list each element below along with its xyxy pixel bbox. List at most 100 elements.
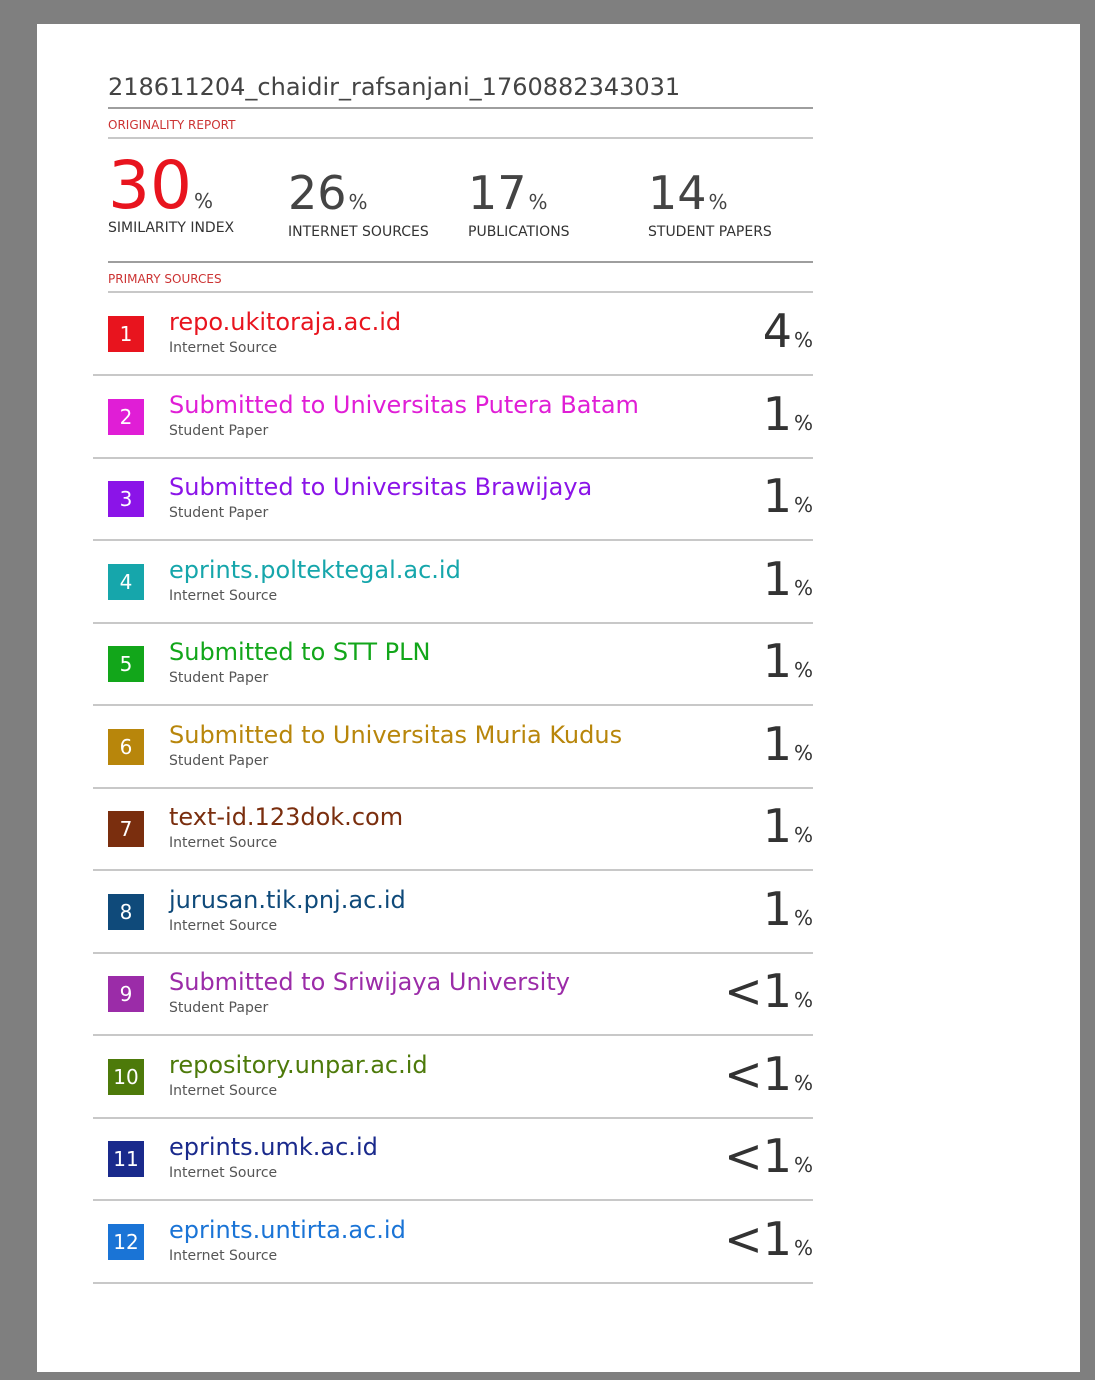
- source-type: Internet Source: [169, 1247, 278, 1264]
- source-percentage: 1%: [763, 638, 813, 684]
- source-type: Student Paper: [169, 422, 269, 439]
- source-percentage-unit: %: [793, 988, 813, 1012]
- source-rank-badge: 8: [108, 893, 144, 930]
- source-rank-badge: 10: [108, 1058, 144, 1095]
- student-papers-value: 14: [648, 166, 707, 220]
- source-percentage: 1%: [763, 721, 813, 767]
- source-row[interactable]: 10 repository.unpar.ac.id Internet Source <…: [93, 1037, 813, 1119]
- source-percentage: 1%: [763, 391, 813, 437]
- originality-report-label: ORIGINALITY REPORT: [108, 118, 236, 132]
- source-row[interactable]: 8 jurusan.tik.pnj.ac.id Internet Source 1%: [93, 872, 813, 954]
- source-percentage: 1%: [763, 886, 813, 932]
- source-rank-badge: 1: [108, 316, 144, 352]
- source-row[interactable]: 11 eprints.umk.ac.id Internet Source <1%: [93, 1119, 813, 1201]
- source-type: Internet Source: [169, 1165, 278, 1181]
- source-type: Student Paper: [169, 670, 269, 686]
- source-percentage-value: <1: [724, 964, 792, 1018]
- source-name-link[interactable]: Submitted to Universitas Brawijaya: [169, 473, 592, 501]
- source-percentage-value: 1: [762, 799, 792, 853]
- stats-divider: [108, 261, 813, 263]
- student-papers-unit: %: [708, 190, 728, 214]
- source-percentage: 1%: [763, 803, 813, 849]
- source-type: Student Paper: [169, 752, 269, 769]
- source-percentage-unit: %: [793, 410, 813, 435]
- student-papers-stat: 14% STUDENT PAPERS: [648, 170, 772, 240]
- source-percentage: <1%: [724, 1133, 813, 1179]
- source-percentage-value: 4: [762, 304, 792, 358]
- source-row[interactable]: 12 eprints.untirta.ac.id Internet Source <1…: [93, 1202, 813, 1284]
- source-rank-badge: 4: [108, 563, 144, 600]
- source-type: Student Paper: [169, 1000, 269, 1016]
- source-name-link[interactable]: Submitted to Universitas Muria Kudus: [169, 721, 622, 749]
- source-rank-badge: 11: [108, 1141, 144, 1177]
- source-percentage-value: 1: [762, 386, 792, 441]
- source-row[interactable]: 9 Submitted to Sriwijaya University Studen…: [93, 954, 813, 1036]
- source-name-link[interactable]: Submitted to Universitas Putera Batam: [169, 391, 639, 419]
- source-name-link[interactable]: jurusan.tik.pnj.ac.id: [169, 886, 406, 914]
- source-rank-badge: 5: [108, 646, 144, 682]
- source-name-link[interactable]: eprints.poltektegal.ac.id: [169, 556, 461, 584]
- source-percentage-unit: %: [793, 740, 813, 765]
- source-percentage-unit: %: [793, 1070, 813, 1095]
- source-percentage-unit: %: [793, 823, 813, 847]
- source-row[interactable]: 5 Submitted to STT PLN Student Paper 1%: [93, 624, 813, 706]
- report-divider: [108, 137, 813, 139]
- internet-sources-stat: 26% INTERNET SOURCES: [288, 170, 429, 240]
- similarity-index-unit: %: [193, 189, 213, 213]
- source-percentage-value: <1: [724, 1129, 792, 1183]
- source-percentage: <1%: [724, 1051, 813, 1097]
- source-percentage-value: <1: [724, 1211, 792, 1266]
- source-type: Internet Source: [169, 917, 278, 934]
- source-percentage: 4%: [763, 308, 813, 354]
- internet-sources-value: 26: [288, 166, 347, 220]
- source-percentage-unit: %: [793, 493, 813, 517]
- source-percentage-value: 1: [762, 469, 792, 523]
- source-name-link[interactable]: Submitted to STT PLN: [169, 638, 430, 666]
- internet-sources-label: INTERNET SOURCES: [288, 224, 429, 240]
- report-page: 218611204_chaidir_rafsanjani_17608823430…: [37, 24, 1080, 1372]
- student-papers-label: STUDENT PAPERS: [648, 224, 772, 240]
- source-row[interactable]: 3 Submitted to Universitas Brawijaya Stude…: [93, 459, 813, 541]
- source-rank-badge: 2: [108, 398, 144, 435]
- source-type: Student Paper: [169, 505, 269, 521]
- source-percentage-unit: %: [793, 905, 813, 930]
- source-rank-badge: 9: [108, 976, 144, 1012]
- publications-stat: 17% PUBLICATIONS: [468, 170, 570, 240]
- source-name-link[interactable]: eprints.untirta.ac.id: [169, 1216, 406, 1244]
- source-percentage: <1%: [724, 968, 813, 1014]
- primary-sources-label: PRIMARY SOURCES: [108, 272, 222, 286]
- source-row[interactable]: 1 repo.ukitoraja.ac.id Internet Source 4%: [93, 294, 813, 376]
- title-divider: [108, 107, 813, 109]
- source-row[interactable]: 2 Submitted to Universitas Putera Batam St…: [93, 377, 813, 459]
- source-percentage: <1%: [724, 1216, 813, 1262]
- source-name-link[interactable]: repository.unpar.ac.id: [169, 1051, 428, 1079]
- source-name-link[interactable]: eprints.umk.ac.id: [169, 1133, 378, 1161]
- source-name-link[interactable]: Submitted to Sriwijaya University: [169, 968, 570, 996]
- source-percentage-unit: %: [793, 328, 813, 352]
- source-percentage-value: <1: [724, 1046, 792, 1101]
- source-rank-badge: 12: [108, 1223, 144, 1260]
- source-name-link[interactable]: text-id.123dok.com: [169, 803, 403, 831]
- source-percentage-unit: %: [793, 575, 813, 600]
- internet-sources-unit: %: [348, 190, 368, 214]
- source-type: Internet Source: [169, 1082, 278, 1099]
- source-name-link[interactable]: repo.ukitoraja.ac.id: [169, 308, 401, 336]
- source-row[interactable]: 7 text-id.123dok.com Internet Source 1%: [93, 789, 813, 871]
- sources-header-divider: [108, 291, 813, 293]
- source-percentage-value: 1: [762, 716, 792, 771]
- source-type: Internet Source: [169, 835, 278, 851]
- source-rank-badge: 7: [108, 811, 144, 847]
- source-percentage-value: 1: [762, 634, 792, 688]
- source-percentage-value: 1: [762, 551, 792, 606]
- source-percentage-unit: %: [793, 1153, 813, 1177]
- publications-unit: %: [528, 190, 548, 214]
- source-rank-badge: 3: [108, 481, 144, 517]
- source-type: Internet Source: [169, 340, 278, 356]
- similarity-index-value: 30: [108, 147, 192, 224]
- source-percentage: 1%: [763, 473, 813, 519]
- source-row[interactable]: 6 Submitted to Universitas Muria Kudus Stu…: [93, 707, 813, 789]
- similarity-index-stat: 30% SIMILARITY INDEX: [108, 153, 234, 237]
- source-row[interactable]: 4 eprints.poltektegal.ac.id Internet Sourc…: [93, 542, 813, 624]
- row-divider: [93, 1281, 813, 1284]
- similarity-index-label: SIMILARITY INDEX: [108, 220, 235, 236]
